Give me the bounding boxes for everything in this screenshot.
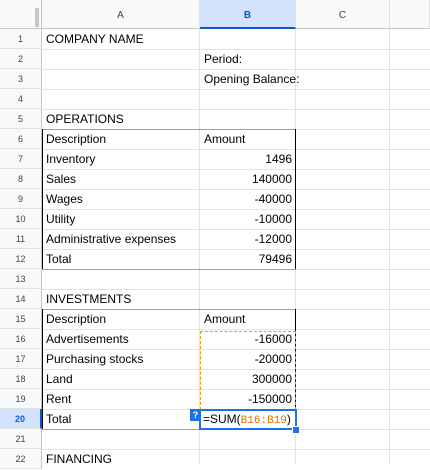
row-header[interactable]: 10	[0, 209, 42, 229]
cell-a5[interactable]: OPERATIONS	[42, 109, 200, 129]
cell-b6[interactable]: Amount	[200, 129, 296, 149]
row-header[interactable]: 2	[0, 49, 42, 69]
cell-b7[interactable]: 1496	[200, 149, 296, 169]
cell-a20[interactable]: Total	[42, 409, 200, 429]
cell-a6[interactable]: Description	[42, 129, 200, 149]
cell-a15[interactable]: Description	[42, 309, 200, 329]
row-header[interactable]: 8	[0, 169, 42, 189]
row-header[interactable]: 17	[0, 349, 42, 369]
cell-b11[interactable]: -12000	[200, 229, 296, 249]
row-header[interactable]: 9	[0, 189, 42, 209]
row-header[interactable]: 12	[0, 249, 42, 269]
table-border-bottom	[42, 269, 296, 270]
fill-handle[interactable]	[292, 426, 300, 434]
row-header[interactable]: 18	[0, 369, 42, 389]
row-header[interactable]: 4	[0, 89, 42, 109]
freeze-handle[interactable]	[35, 8, 39, 27]
row-header[interactable]: 3	[0, 69, 42, 89]
cell-a16[interactable]: Advertisements	[42, 329, 200, 349]
formula-range-ref: B16:B19	[240, 415, 287, 427]
cell-a7[interactable]: Inventory	[42, 149, 200, 169]
row-header[interactable]: 14	[0, 289, 42, 309]
formula-prefix: =SUM(	[203, 412, 241, 426]
row-header[interactable]: 6	[0, 129, 42, 149]
row-header[interactable]: 15	[0, 309, 42, 329]
referenced-range-highlight	[200, 331, 296, 410]
cell-b3[interactable]: Opening Balance:	[200, 69, 299, 89]
column-header-b[interactable]: B	[200, 0, 296, 29]
cell-b10[interactable]: -10000	[200, 209, 296, 229]
row-header[interactable]: 21	[0, 429, 42, 449]
cell-a9[interactable]: Wages	[42, 189, 200, 209]
row-header[interactable]: 22	[0, 449, 42, 469]
cell-a17[interactable]: Purchasing stocks	[42, 349, 200, 369]
cell-a22[interactable]: FINANCING	[42, 449, 200, 469]
column-header-a[interactable]: A	[42, 0, 200, 29]
row-header[interactable]: 16	[0, 329, 42, 349]
spreadsheet-grid[interactable]: A B C 1 2 3 4 5 6 7 8 9 10 11 12 13 14 1…	[0, 0, 430, 469]
column-header-d[interactable]	[390, 0, 430, 29]
cell-a12[interactable]: Total	[42, 249, 200, 269]
cell-b8[interactable]: 140000	[200, 169, 296, 189]
column-header-c[interactable]: C	[296, 0, 390, 29]
cell-a8[interactable]: Sales	[42, 169, 200, 189]
row-header[interactable]: 19	[0, 389, 42, 409]
cell-b12[interactable]: 79496	[200, 249, 296, 269]
row-divider	[42, 89, 430, 90]
cell-b15[interactable]: Amount	[200, 309, 296, 329]
column-divider	[389, 29, 390, 464]
row-header[interactable]: 7	[0, 149, 42, 169]
cell-a14[interactable]: INVESTMENTS	[42, 289, 200, 309]
cell-a1[interactable]: COMPANY NAME	[42, 29, 200, 49]
row-header-selected[interactable]: 20	[0, 409, 42, 429]
cell-a18[interactable]: Land	[42, 369, 200, 389]
formula-suffix: )	[286, 412, 291, 426]
cell-b9[interactable]: -40000	[200, 189, 296, 209]
row-header[interactable]: 1	[0, 29, 42, 49]
cell-b2[interactable]: Period:	[200, 49, 296, 69]
cell-a11[interactable]: Administrative expenses	[42, 229, 200, 249]
cell-a10[interactable]: Utility	[42, 209, 200, 229]
row-header[interactable]: 5	[0, 109, 42, 129]
row-header[interactable]: 11	[0, 229, 42, 249]
formula-text[interactable]: =SUM(B16:B19)	[203, 410, 291, 428]
formula-help-icon[interactable]: ?	[190, 409, 201, 421]
cell-a19[interactable]: Rent	[42, 389, 200, 409]
row-header[interactable]: 13	[0, 269, 42, 289]
